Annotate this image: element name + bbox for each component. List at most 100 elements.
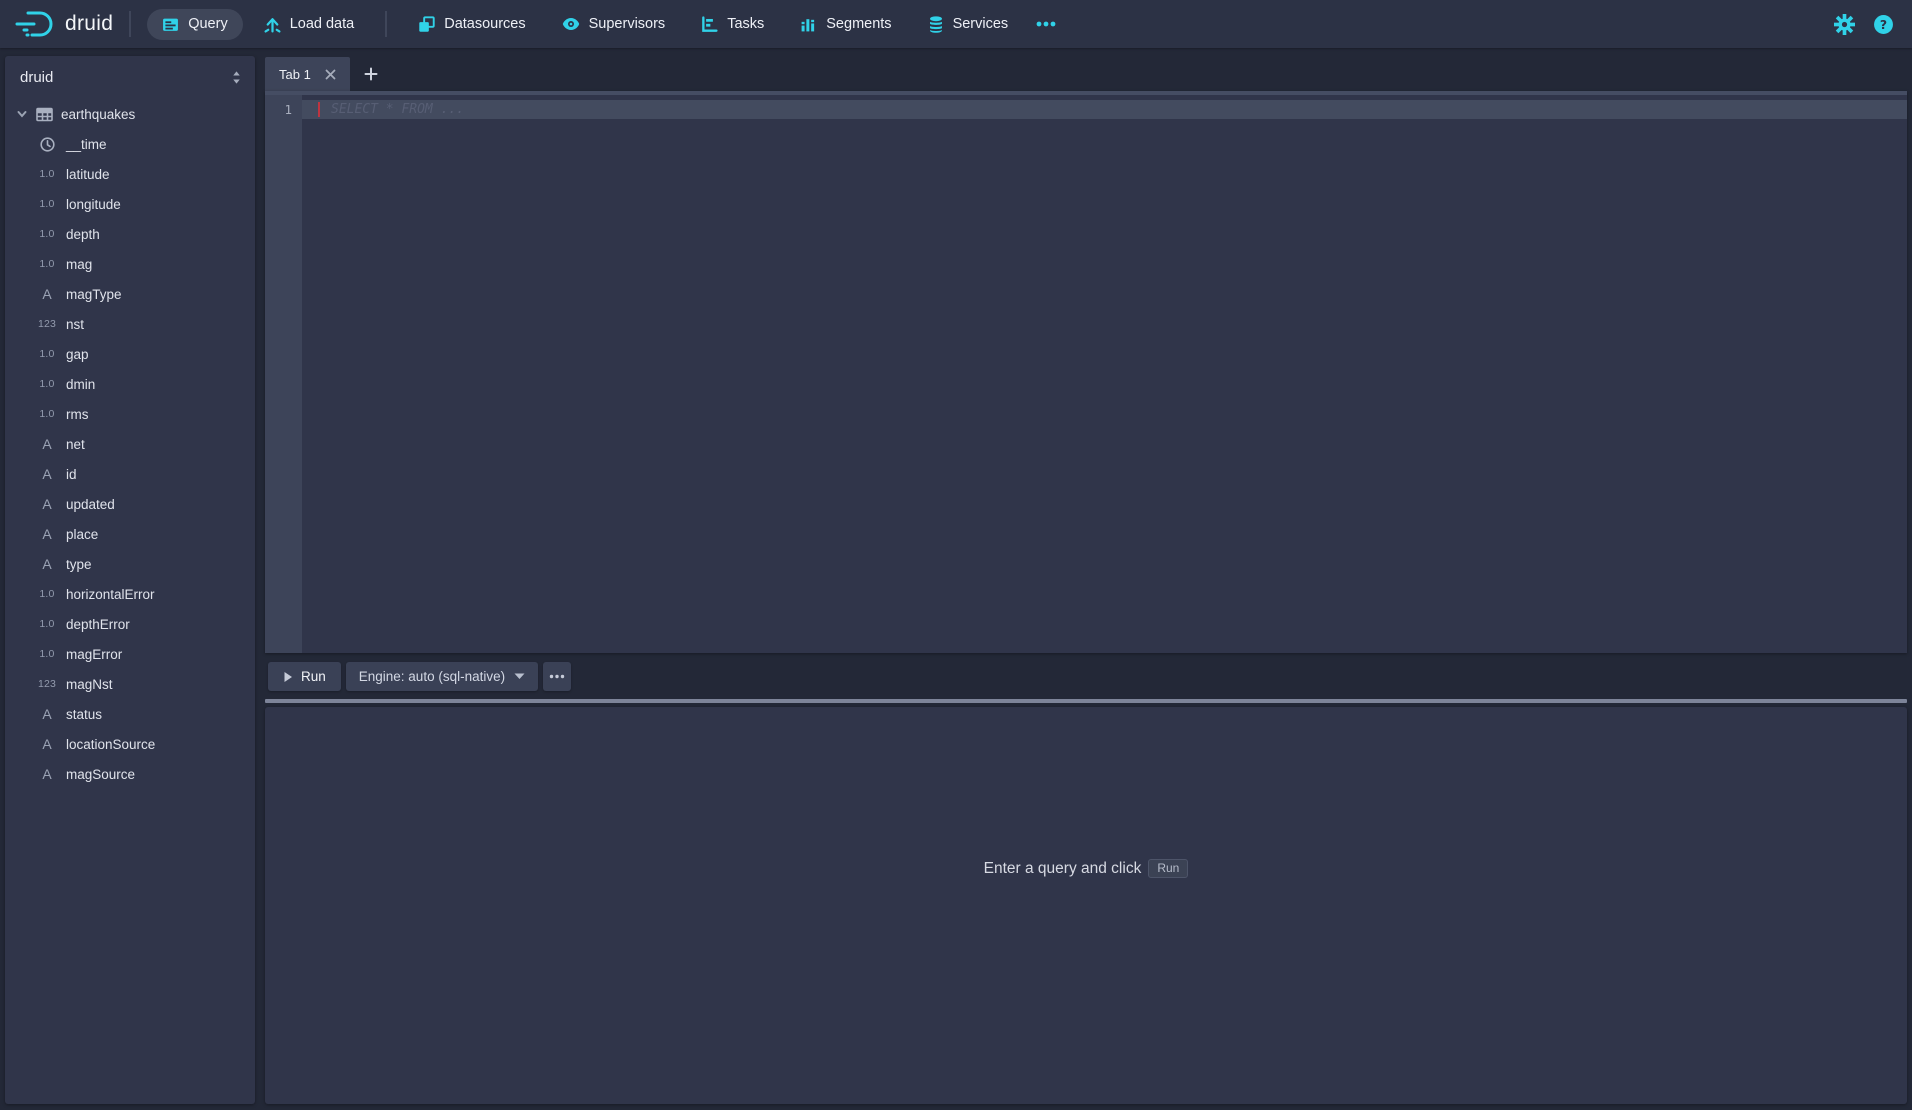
close-icon[interactable] bbox=[323, 67, 338, 82]
schema-selector[interactable]: druid bbox=[5, 56, 255, 96]
column-name: nst bbox=[66, 317, 84, 332]
column-item-type[interactable]: Atype bbox=[5, 549, 255, 579]
column-name: status bbox=[66, 707, 102, 722]
run-button[interactable]: Run bbox=[268, 662, 341, 691]
column-name: dmin bbox=[66, 377, 95, 392]
query-tab-bar: Tab 1 bbox=[265, 56, 1907, 91]
resize-splitter[interactable] bbox=[265, 699, 1907, 703]
column-item-magNst[interactable]: 123magNst bbox=[5, 669, 255, 699]
column-item-updated[interactable]: Aupdated bbox=[5, 489, 255, 519]
load-data-icon bbox=[264, 16, 281, 33]
ellipsis-icon bbox=[549, 674, 565, 679]
column-item-__time[interactable]: __time bbox=[5, 129, 255, 159]
nav-more-button[interactable] bbox=[1023, 20, 1069, 28]
time-type-icon bbox=[35, 137, 59, 152]
long-type-icon: 123 bbox=[35, 318, 59, 330]
sql-editor[interactable]: 1 SELECT * FROM ... bbox=[265, 91, 1907, 653]
float-type-icon: 1.0 bbox=[35, 168, 59, 180]
nav-item-label: Services bbox=[953, 16, 1009, 32]
nav-item-label: Tasks bbox=[727, 16, 764, 32]
column-name: gap bbox=[66, 347, 89, 362]
column-name: magType bbox=[66, 287, 122, 302]
column-item-magError[interactable]: 1.0magError bbox=[5, 639, 255, 669]
column-item-horizontalError[interactable]: 1.0horizontalError bbox=[5, 579, 255, 609]
column-item-locationSource[interactable]: AlocationSource bbox=[5, 729, 255, 759]
string-type-icon: A bbox=[35, 496, 59, 512]
table-item-earthquakes[interactable]: earthquakes bbox=[5, 99, 255, 129]
column-item-id[interactable]: Aid bbox=[5, 459, 255, 489]
column-item-status[interactable]: Astatus bbox=[5, 699, 255, 729]
help-icon[interactable]: ? bbox=[1873, 14, 1894, 35]
column-item-place[interactable]: Aplace bbox=[5, 519, 255, 549]
settings-icon[interactable] bbox=[1834, 14, 1855, 35]
float-type-icon: 1.0 bbox=[35, 228, 59, 240]
double-caret-icon bbox=[230, 70, 243, 85]
play-icon bbox=[283, 671, 293, 683]
column-item-depthError[interactable]: 1.0depthError bbox=[5, 609, 255, 639]
svg-text:?: ? bbox=[1880, 16, 1887, 31]
column-item-gap[interactable]: 1.0gap bbox=[5, 339, 255, 369]
druid-logo[interactable]: druid bbox=[14, 8, 113, 40]
column-name: rms bbox=[66, 407, 89, 422]
float-type-icon: 1.0 bbox=[35, 648, 59, 660]
column-item-depth[interactable]: 1.0 depth bbox=[5, 219, 255, 249]
tab-1[interactable]: Tab 1 bbox=[265, 57, 350, 91]
nav-item-label: Supervisors bbox=[589, 16, 666, 32]
string-type-icon: A bbox=[35, 736, 59, 752]
column-name: depth bbox=[66, 227, 100, 242]
editor-placeholder: SELECT * FROM ... bbox=[331, 100, 464, 119]
nav-item-services[interactable]: Services bbox=[913, 9, 1024, 40]
nav-item-query[interactable]: Query bbox=[147, 9, 243, 40]
column-name: net bbox=[66, 437, 85, 452]
string-type-icon: A bbox=[35, 556, 59, 572]
tab-label: Tab 1 bbox=[279, 67, 311, 82]
datasources-icon bbox=[418, 16, 435, 33]
column-item-latitude[interactable]: 1.0latitude bbox=[5, 159, 255, 189]
nav-item-load-data[interactable]: Load data bbox=[249, 9, 370, 40]
float-type-icon: 1.0 bbox=[35, 408, 59, 420]
schema-sidebar: druid earthquakes bbox=[5, 56, 255, 1104]
nav-item-supervisors[interactable]: Supervisors bbox=[547, 9, 681, 40]
nav-item-tasks[interactable]: Tasks bbox=[686, 9, 779, 40]
nav-item-datasources[interactable]: Datasources bbox=[403, 9, 540, 40]
column-name: magSource bbox=[66, 767, 135, 782]
new-tab-button[interactable] bbox=[356, 57, 386, 91]
column-name: type bbox=[66, 557, 92, 572]
string-type-icon: A bbox=[35, 466, 59, 482]
druid-logo-icon bbox=[14, 8, 56, 40]
segments-icon bbox=[800, 16, 817, 33]
string-type-icon: A bbox=[35, 706, 59, 722]
float-type-icon: 1.0 bbox=[35, 198, 59, 210]
nav-item-label: Segments bbox=[826, 16, 891, 32]
string-type-icon: A bbox=[35, 766, 59, 782]
column-item-mag[interactable]: 1.0 mag bbox=[5, 249, 255, 279]
column-name: longitude bbox=[66, 197, 121, 212]
long-type-icon: 123 bbox=[35, 678, 59, 690]
empty-results-message: Enter a query and click bbox=[984, 860, 1142, 877]
column-item-rms[interactable]: 1.0 rms bbox=[5, 399, 255, 429]
nav-item-segments[interactable]: Segments bbox=[785, 9, 906, 40]
query-main: Tab 1 1 SELECT * FROM ... Run bbox=[265, 56, 1907, 1104]
column-item-magSource[interactable]: AmagSource bbox=[5, 759, 255, 789]
nav-item-label: Query bbox=[188, 16, 228, 32]
column-item-dmin[interactable]: 1.0dmin bbox=[5, 369, 255, 399]
run-hint-kbd: Run bbox=[1148, 859, 1188, 878]
column-name: horizontalError bbox=[66, 587, 155, 602]
column-item-longitude[interactable]: 1.0 longitude bbox=[5, 189, 255, 219]
column-item-magType[interactable]: AmagType bbox=[5, 279, 255, 309]
brand-text: druid bbox=[65, 12, 113, 36]
nav-divider bbox=[129, 11, 131, 37]
results-panel: Enter a query and click Run bbox=[265, 707, 1907, 1104]
nav-item-label: Load data bbox=[290, 16, 355, 32]
column-item-net[interactable]: Anet bbox=[5, 429, 255, 459]
nav-divider bbox=[385, 11, 387, 37]
column-name: mag bbox=[66, 257, 92, 272]
query-icon bbox=[162, 16, 179, 33]
engine-select-button[interactable]: Engine: auto (sql-native) bbox=[346, 662, 538, 691]
float-type-icon: 1.0 bbox=[35, 258, 59, 270]
top-nav: druid Query Load data Datasources Superviso… bbox=[0, 0, 1912, 48]
column-item-nst[interactable]: 123 nst bbox=[5, 309, 255, 339]
column-name: depthError bbox=[66, 617, 130, 632]
query-more-button[interactable] bbox=[543, 662, 571, 691]
more-dots-icon bbox=[1035, 20, 1057, 28]
